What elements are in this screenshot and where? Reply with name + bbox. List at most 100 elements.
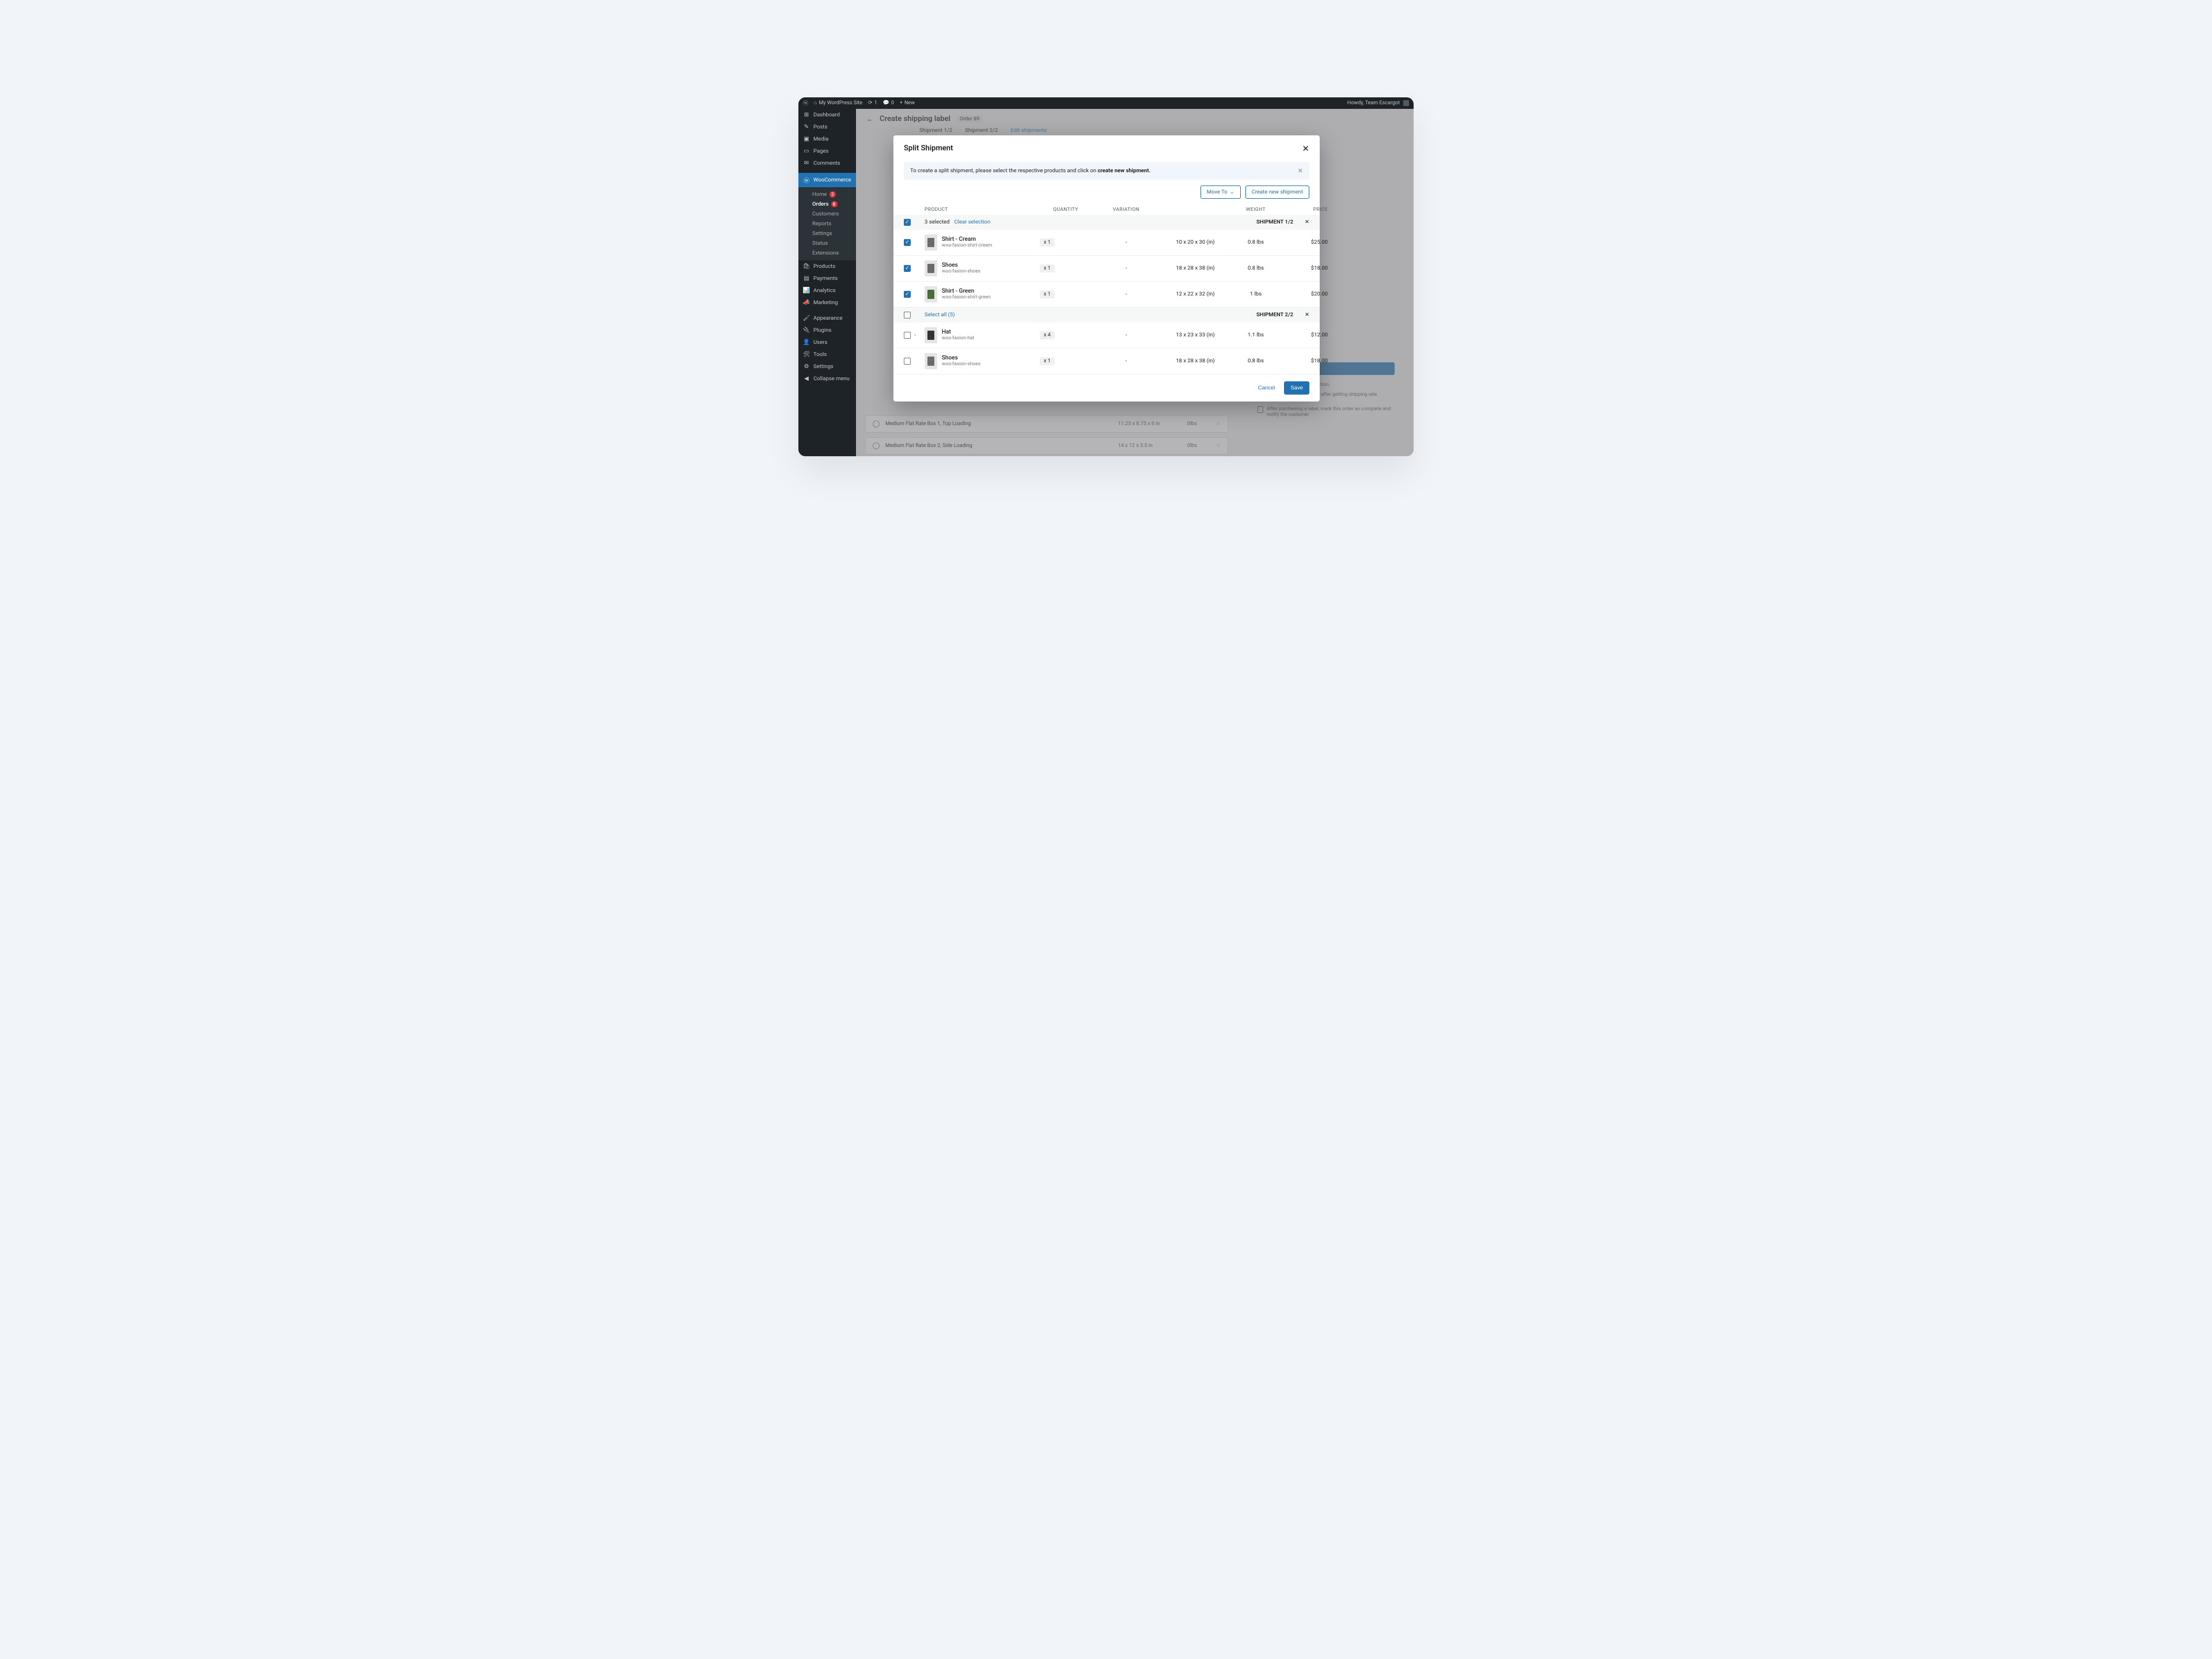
col-weight: Weight	[1230, 207, 1282, 213]
shipment-label: SHIPMENT 1/2	[1040, 219, 1293, 225]
nav-payments[interactable]: ▤Payments	[798, 272, 856, 285]
product-slug: woo-fasion-shoes	[942, 268, 980, 274]
nav-comments[interactable]: ✉Comments	[798, 157, 856, 169]
price: $25.00	[1282, 239, 1328, 245]
admin-sidebar: ⊞Dashboard ✎Posts ▣Media ▭Pages ✉Comment…	[798, 109, 856, 456]
close-icon[interactable]: ✕	[1302, 143, 1309, 154]
weight: 1.1 lbs	[1230, 332, 1282, 338]
product-slug: woo-fasion-shirt-cream	[942, 243, 993, 248]
subnav-orders[interactable]: Orders6	[798, 199, 856, 209]
nav-settings[interactable]: ⚙Settings	[798, 361, 856, 373]
quantity-pill: x 1	[1040, 238, 1055, 247]
product-row: Shoeswoo-fasion-shoes x 1 - 18 x 28 x 38…	[893, 349, 1320, 374]
select-all-link[interactable]: Select all (5)	[925, 312, 1040, 318]
nav-pages[interactable]: ▭Pages	[798, 145, 856, 157]
shipment-group-header: Select all (5) SHIPMENT 2/2 ✕	[893, 308, 1320, 323]
row-checkbox[interactable]	[904, 358, 911, 365]
nav-woo-submenu: Home3 Orders6 Customers Reports Settings…	[798, 187, 856, 260]
product-name: Shoes	[942, 355, 980, 361]
nav-products[interactable]: 🛍Products	[798, 260, 856, 272]
app-window: ⓦ ⌂ My WordPress Site ⟳ 1 💬 0 + New Howd…	[798, 97, 1414, 456]
save-button[interactable]: Save	[1284, 381, 1309, 395]
dimensions: 18 x 28 x 38 (in)	[1161, 265, 1230, 271]
nav-posts[interactable]: ✎Posts	[798, 121, 856, 133]
subnav-home[interactable]: Home3	[798, 190, 856, 199]
comments-count[interactable]: 💬 0	[883, 100, 894, 106]
quantity-pill: x 1	[1040, 290, 1055, 298]
col-product: Product	[925, 207, 1040, 213]
wp-logo-icon[interactable]: ⓦ	[803, 99, 808, 107]
subnav-status[interactable]: Status	[798, 238, 856, 248]
remove-shipment-icon[interactable]: ✕	[1293, 312, 1309, 318]
clear-selection-link[interactable]: Clear selection	[954, 219, 990, 225]
nav-woocommerce[interactable]: ⓦWooCommerce	[798, 173, 856, 187]
col-price: Price	[1282, 207, 1328, 213]
subnav-extensions[interactable]: Extensions	[798, 248, 856, 258]
product-slug: woo-fasion-shoes	[942, 361, 980, 367]
product-thumb	[925, 353, 937, 369]
dimensions: 10 x 20 x 30 (in)	[1161, 239, 1230, 245]
weight: 0.8 lbs	[1230, 265, 1282, 271]
product-name: Shirt - Cream	[942, 236, 993, 243]
product-thumb	[925, 260, 937, 276]
move-to-button[interactable]: Move To⌄	[1200, 185, 1241, 199]
quantity-pill: x 1	[1040, 357, 1055, 365]
product-thumb	[925, 234, 937, 251]
price: $20.00	[1282, 291, 1328, 297]
product-name: Hat	[942, 329, 974, 335]
quantity-pill: x 4	[1040, 331, 1055, 339]
nav-dashboard[interactable]: ⊞Dashboard	[798, 109, 856, 121]
nav-plugins[interactable]: 🔌Plugins	[798, 324, 856, 336]
selected-count: 3 selected	[925, 219, 949, 225]
product-slug: woo-fasion-hat	[942, 335, 974, 341]
dismiss-notice-icon[interactable]: ✕	[1298, 167, 1303, 175]
site-name[interactable]: ⌂ My WordPress Site	[814, 100, 862, 106]
nav-tools[interactable]: 🛠Tools	[798, 349, 856, 361]
shipment-group-header: ✓ 3 selected Clear selection SHIPMENT 1/2…	[893, 215, 1320, 230]
nav-marketing[interactable]: 📣Marketing	[798, 297, 856, 309]
row-checkbox[interactable]: ✓	[904, 239, 911, 246]
split-shipment-modal: Split Shipment ✕ To create a split shipm…	[893, 135, 1320, 402]
updates-count[interactable]: ⟳ 1	[868, 100, 877, 106]
subnav-settings[interactable]: Settings	[798, 229, 856, 238]
nav-appearance[interactable]: 🖌Appearance	[798, 312, 856, 324]
weight: 0.8 lbs	[1230, 358, 1282, 364]
product-row: ✓ Shoeswoo-fasion-shoes x 1 - 18 x 28 x …	[893, 256, 1320, 282]
new-content[interactable]: + New	[900, 100, 915, 106]
select-all-checkbox[interactable]: ✓	[904, 219, 911, 226]
col-spacer	[1161, 207, 1230, 213]
col-quantity: Quantity	[1040, 207, 1092, 213]
select-all-checkbox[interactable]	[904, 312, 911, 319]
admin-bar: ⓦ ⌂ My WordPress Site ⟳ 1 💬 0 + New Howd…	[798, 97, 1414, 109]
price: $18.00	[1282, 265, 1328, 271]
subnav-reports[interactable]: Reports	[798, 219, 856, 229]
remove-shipment-icon[interactable]: ✕	[1293, 219, 1309, 225]
info-notice: To create a split shipment, please selec…	[904, 162, 1309, 180]
create-shipment-button[interactable]: Create new shipment	[1245, 185, 1309, 199]
product-name: Shoes	[942, 262, 980, 268]
table-header: Product Quantity Variation Weight Price	[893, 204, 1320, 215]
col-variation: Variation	[1092, 207, 1161, 213]
weight: 1 lbs	[1230, 291, 1282, 297]
row-checkbox[interactable]: ✓	[904, 291, 911, 298]
subnav-customers[interactable]: Customers	[798, 209, 856, 219]
nav-media[interactable]: ▣Media	[798, 133, 856, 145]
dimensions: 18 x 28 x 38 (in)	[1161, 358, 1230, 364]
howdy-text[interactable]: Howdy, Team Escargot	[1347, 100, 1400, 106]
weight: 0.8 lbs	[1230, 239, 1282, 245]
row-checkbox[interactable]	[904, 332, 911, 339]
price: $18.00	[1282, 358, 1328, 364]
nav-users[interactable]: 👤Users	[798, 336, 856, 349]
expand-icon[interactable]: ›	[914, 332, 916, 338]
avatar[interactable]	[1403, 100, 1409, 106]
nav-collapse[interactable]: ◀Collapse menu	[798, 373, 856, 385]
dimensions: 12 x 22 x 32 (in)	[1161, 291, 1230, 297]
price: $12.00	[1282, 332, 1328, 338]
nav-analytics[interactable]: 📊Analytics	[798, 285, 856, 297]
cancel-button[interactable]: Cancel	[1255, 381, 1279, 395]
shipment-label: SHIPMENT 2/2	[1040, 312, 1293, 318]
product-row: ✓ Shirt - Creamwoo-fasion-shirt-cream x …	[893, 230, 1320, 256]
product-row: ✓ Shirt - Greenwoo-fasion-shirt-green x …	[893, 282, 1320, 308]
dimensions: 13 x 23 x 33 (in)	[1161, 332, 1230, 338]
row-checkbox[interactable]: ✓	[904, 265, 911, 272]
